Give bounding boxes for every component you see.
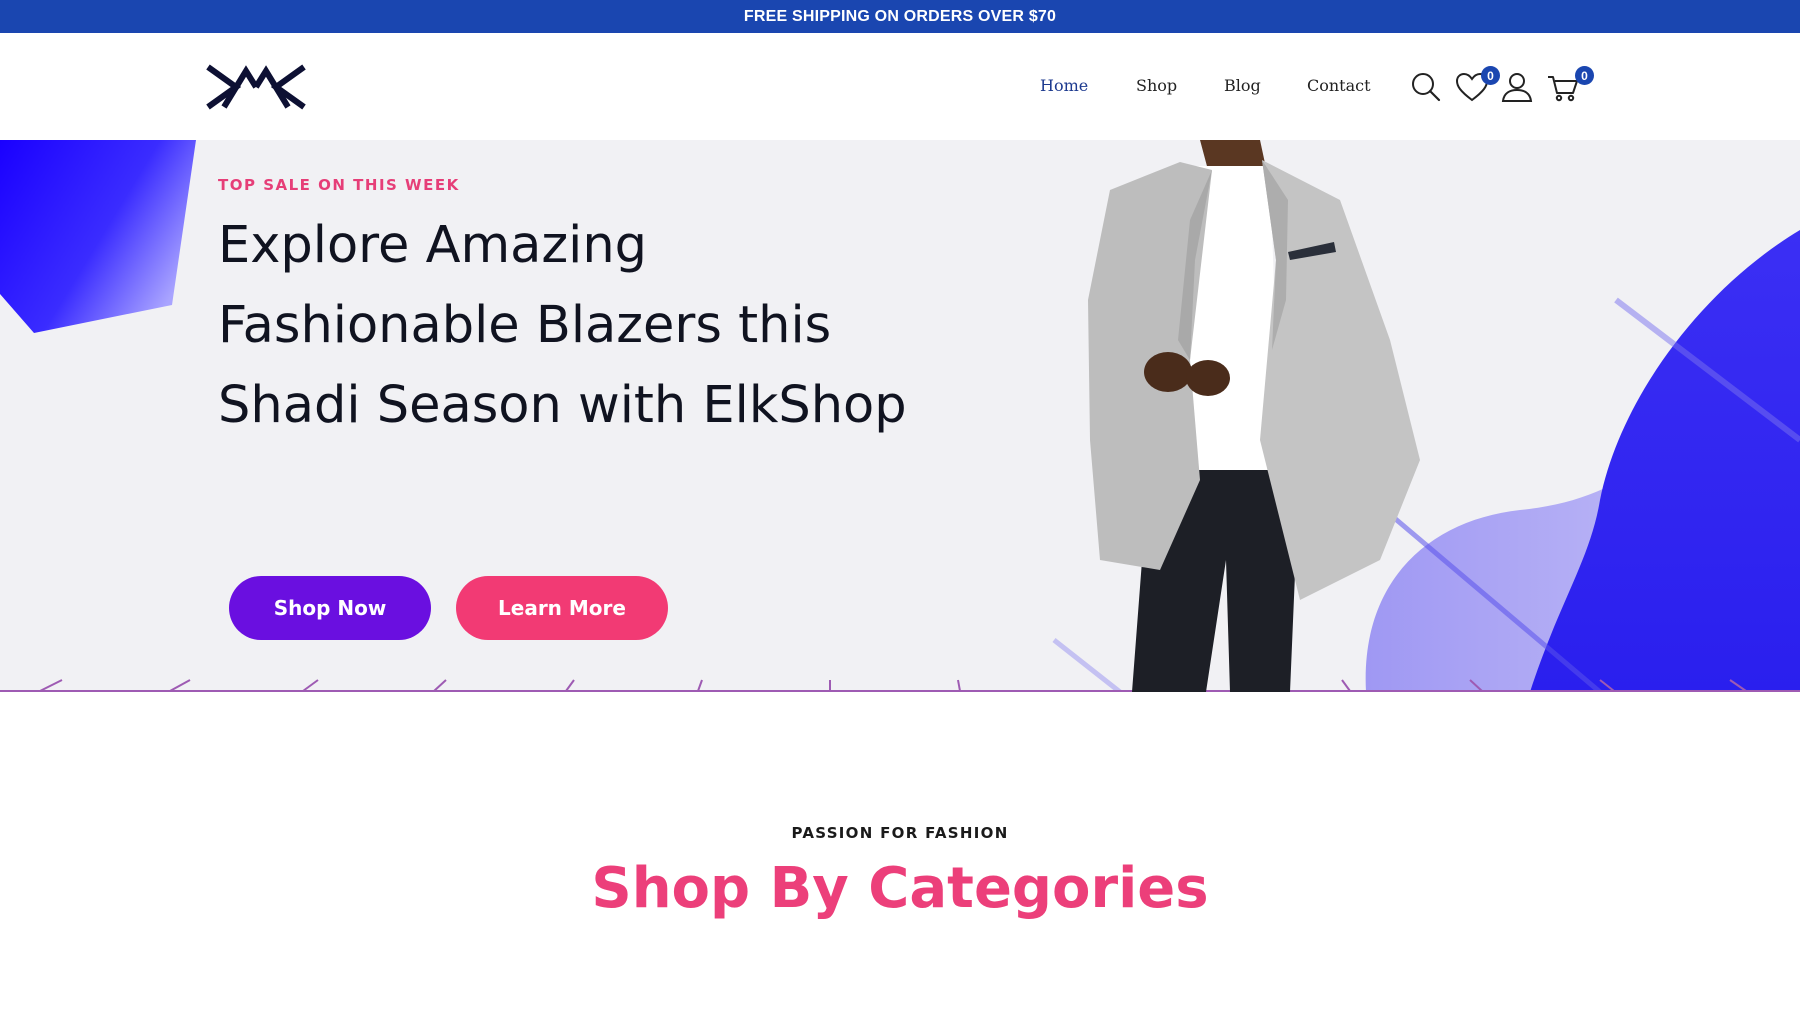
hero-headline: Explore Amazing Fashionable Blazers this…	[218, 216, 907, 435]
hero-banner: TOP SALE ON THIS WEEK Explore Amazing Fa…	[0, 140, 1800, 692]
search-icon[interactable]	[1408, 69, 1444, 105]
user-icon	[1501, 73, 1533, 102]
cart-count-badge: 0	[1575, 66, 1594, 85]
hero-eyebrow: TOP SALE ON THIS WEEK	[218, 176, 460, 194]
categories-section: PASSION FOR FASHION Shop By Categories	[0, 692, 1800, 1020]
account-button[interactable]	[1499, 69, 1535, 105]
nav-shop[interactable]: Shop	[1136, 76, 1177, 95]
nav-home[interactable]: Home	[1040, 76, 1088, 95]
shop-now-button[interactable]: Shop Now	[229, 576, 431, 640]
site-header: Home Shop Blog Contact 0 0	[0, 33, 1800, 140]
categories-kicker: PASSION FOR FASHION	[791, 824, 1009, 842]
wishlist-count-badge: 0	[1481, 66, 1500, 85]
model-image	[1088, 140, 1420, 692]
learn-more-button[interactable]: Learn More	[456, 576, 668, 640]
nav-contact[interactable]: Contact	[1307, 76, 1371, 95]
announcement-text: FREE SHIPPING ON ORDERS OVER $70	[743, 7, 1057, 25]
categories-title: Shop By Categories	[591, 856, 1209, 921]
nav-blog[interactable]: Blog	[1224, 76, 1261, 95]
announcement-bar: FREE SHIPPING ON ORDERS OVER $70	[0, 0, 1800, 33]
